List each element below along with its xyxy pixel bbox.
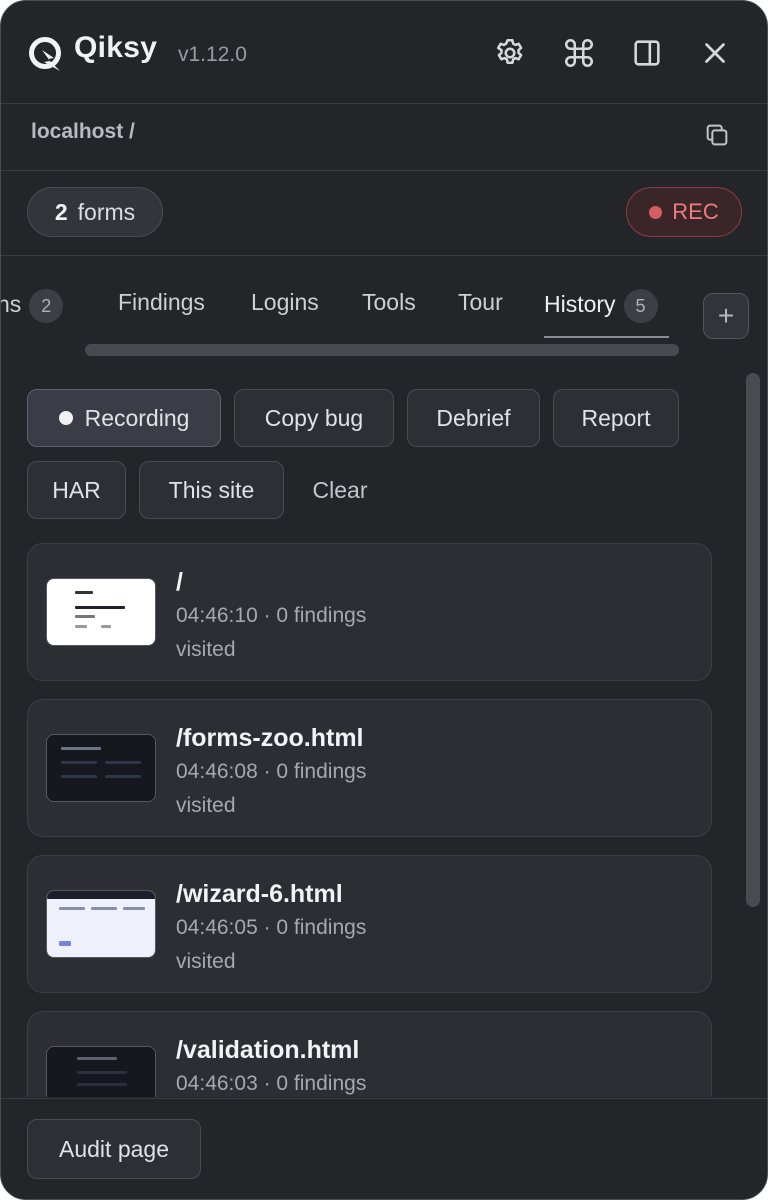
forms-count: 2: [54, 198, 68, 225]
page-thumbnail: [46, 734, 156, 802]
tab-badge: 2: [29, 289, 64, 323]
report-button[interactable]: Report: [553, 389, 679, 447]
debrief-button[interactable]: Debrief: [407, 389, 540, 447]
tab-findings[interactable]: Findings: [118, 289, 205, 316]
history-meta: 04:46:08 · 0 findings: [176, 760, 367, 783]
tab-history[interactable]: History 5: [544, 289, 658, 323]
forms-label: forms: [77, 198, 136, 225]
this-site-button[interactable]: This site: [139, 461, 284, 519]
app-name: Qiksy: [74, 31, 158, 64]
recording-button[interactable]: Recording: [27, 389, 221, 447]
history-path: /forms-zoo.html: [176, 724, 364, 752]
record-dot-icon: [58, 411, 73, 425]
history-meta: 04:46:03 · 0 findings: [176, 1072, 367, 1095]
tab-tour[interactable]: Tour: [458, 289, 503, 316]
history-item[interactable]: /forms-zoo.html 04:46:08 · 0 findings vi…: [27, 699, 712, 837]
page-thumbnail: [46, 1046, 156, 1097]
sidebar-panel-icon[interactable]: [630, 36, 664, 70]
history-list: / 04:46:10 · 0 findings visited /forms-z…: [1, 531, 741, 1097]
tab-badge: 5: [623, 289, 658, 323]
host-label: localhost /: [31, 120, 135, 143]
tab-scrollbar[interactable]: [85, 344, 679, 356]
copy-icon[interactable]: [703, 121, 731, 149]
history-item[interactable]: /wizard-6.html 04:46:05 · 0 findings vis…: [27, 855, 712, 993]
add-tab-button[interactable]: +: [703, 293, 749, 339]
har-button[interactable]: HAR: [27, 461, 126, 519]
copy-bug-button[interactable]: Copy bug: [234, 389, 394, 447]
extension-panel: Qiksy v1.12.0 localhost / 2 forms REC s …: [0, 0, 768, 1200]
history-path: /: [176, 568, 183, 596]
clear-button[interactable]: Clear: [297, 461, 383, 519]
history-meta: 04:46:10 · 0 findings: [176, 604, 367, 627]
history-path: /wizard-6.html: [176, 880, 343, 908]
history-status: visited: [176, 950, 236, 973]
audit-page-button[interactable]: Audit page: [27, 1119, 201, 1179]
app-version: v1.12.0: [178, 43, 247, 66]
active-tab-indicator: [544, 336, 669, 338]
history-scrollbar[interactable]: [746, 373, 760, 907]
qiksy-logo-icon: [29, 37, 61, 71]
command-icon[interactable]: [562, 36, 596, 70]
tab-partial[interactable]: ns2: [1, 289, 64, 323]
rec-label: REC: [672, 199, 719, 224]
history-status: visited: [176, 638, 236, 661]
history-item[interactable]: / 04:46:10 · 0 findings visited: [27, 543, 712, 681]
forms-count-badge[interactable]: 2 forms: [27, 187, 163, 237]
tab-logins[interactable]: Logins: [251, 289, 319, 316]
history-meta: 04:46:05 · 0 findings: [176, 916, 367, 939]
rec-button[interactable]: REC: [626, 187, 742, 237]
host-bar: localhost /: [1, 104, 767, 171]
close-icon[interactable]: [698, 36, 732, 70]
history-status: visited: [176, 794, 236, 817]
page-thumbnail: [46, 890, 156, 958]
tab-tools[interactable]: Tools: [362, 289, 416, 316]
gear-icon[interactable]: [493, 36, 527, 70]
history-path: /validation.html: [176, 1036, 360, 1064]
page-thumbnail: [46, 578, 156, 646]
record-dot-icon: [649, 205, 663, 219]
history-item[interactable]: /validation.html 04:46:03 · 0 findings v…: [27, 1011, 712, 1097]
